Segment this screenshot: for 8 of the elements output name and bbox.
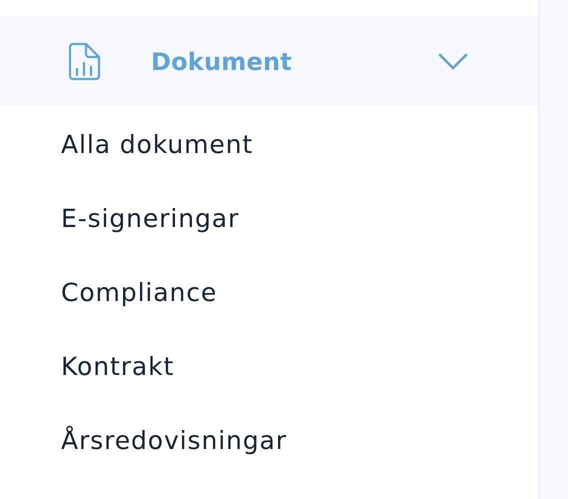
menu-item[interactable]: E-signeringar — [0, 202, 240, 276]
menu-item[interactable]: Compliance — [0, 276, 218, 350]
menu-item[interactable]: Årsredovisningar — [0, 424, 287, 498]
menu-item[interactable]: Kontrakt — [0, 350, 174, 424]
document-chart-icon — [69, 42, 101, 81]
menu-title: Dokument — [151, 48, 292, 76]
chevron-icon — [438, 53, 468, 70]
menu-item[interactable]: Alla dokument — [0, 128, 254, 202]
